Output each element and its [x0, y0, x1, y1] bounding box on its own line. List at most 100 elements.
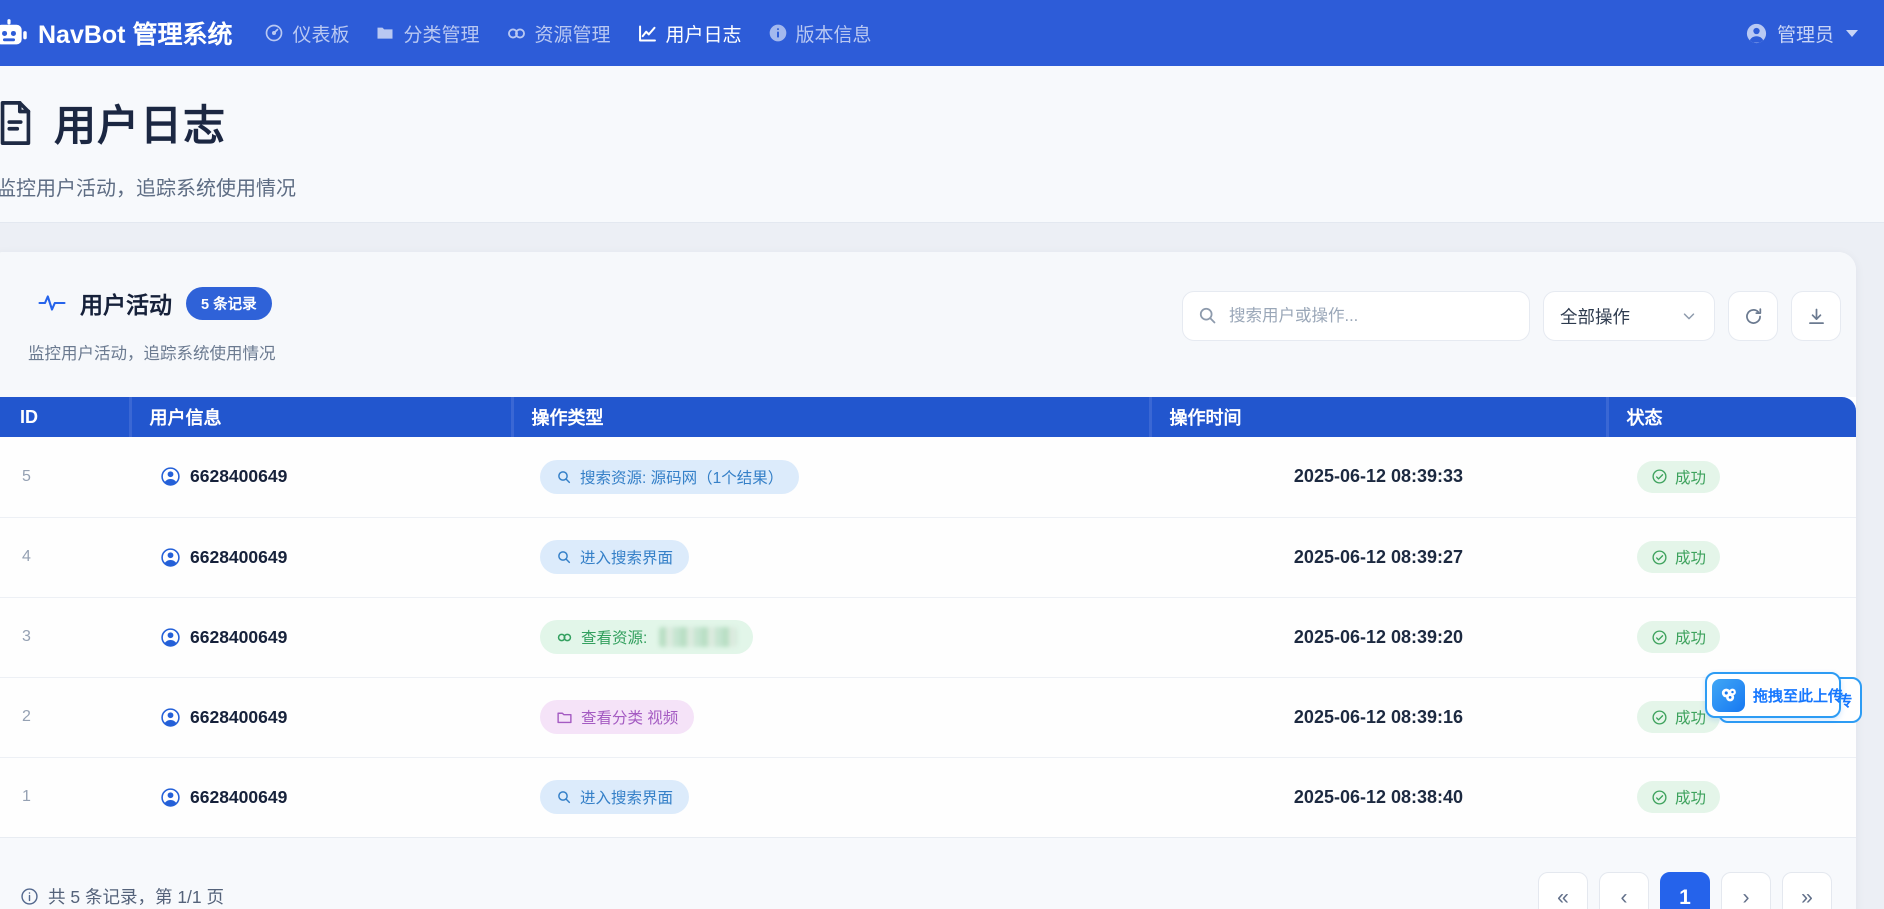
chevron-down-icon	[1680, 307, 1698, 325]
time-cell: 2025-06-12 08:39:27	[1150, 517, 1607, 597]
page-title: 用户日志	[54, 92, 226, 153]
status-badge: 成功	[1637, 541, 1720, 573]
action-badge: 进入搜索界面	[540, 540, 689, 574]
top-navbar: NavBot 管理系统 仪表板 分类管理	[0, 0, 1884, 66]
col-user: 用户信息	[130, 397, 512, 437]
user-icon	[1745, 22, 1768, 45]
user-avatar-icon	[160, 787, 181, 808]
summary-text: 共 5 条记录，第 1/1 页	[48, 884, 224, 909]
nav-item-resources[interactable]: 资源管理	[506, 20, 611, 47]
user-id-text: 6628400649	[190, 787, 287, 808]
status-text: 成功	[1675, 466, 1706, 488]
nav-item-label: 版本信息	[796, 20, 872, 47]
pulse-icon	[38, 293, 66, 313]
prev-page-button[interactable]: ‹	[1599, 872, 1649, 909]
table-row: 1 6628400649 进入搜索界面 2025-06-12 08:38:40 …	[0, 757, 1856, 837]
nav-menu: 仪表板 分类管理 资源管理 用户日志	[264, 20, 871, 47]
user-menu[interactable]: 管理员	[1745, 20, 1858, 47]
panel-title: 用户活动	[80, 286, 172, 320]
upload-label: 拖拽至此上传	[1753, 685, 1843, 706]
user-cell: 6628400649	[160, 787, 512, 808]
status-text: 成功	[1675, 706, 1706, 728]
link-icon	[556, 629, 573, 646]
user-cell: 6628400649	[160, 466, 512, 487]
upload-dropzone[interactable]: 拖拽至此上传	[1705, 672, 1841, 718]
check-circle-icon	[1651, 549, 1668, 566]
user-activity-panel: 用户活动 5 条记录 监控用户活动，追踪系统使用情况 全部操作	[0, 252, 1856, 909]
row-id: 2	[0, 677, 130, 757]
user-id-text: 6628400649	[190, 627, 287, 648]
user-avatar-icon	[160, 707, 181, 728]
nav-item-label: 仪表板	[292, 20, 349, 47]
status-text: 成功	[1675, 626, 1706, 648]
col-id: ID	[0, 397, 130, 437]
action-badge: 进入搜索界面	[540, 780, 689, 814]
col-action: 操作类型	[512, 397, 1150, 437]
record-count-badge: 5 条记录	[186, 287, 272, 320]
nav-item-categories[interactable]: 分类管理	[375, 20, 479, 47]
check-circle-icon	[1651, 709, 1668, 726]
search-input[interactable]	[1182, 291, 1530, 341]
document-icon	[0, 97, 38, 149]
first-page-button[interactable]: «	[1538, 872, 1588, 909]
action-badge: 搜索资源: 源码网（1个结果）	[540, 460, 799, 494]
user-label: 管理员	[1777, 20, 1834, 47]
refresh-button[interactable]	[1728, 291, 1778, 341]
search-icon	[556, 789, 572, 805]
nav-item-version[interactable]: 版本信息	[768, 20, 872, 47]
search-icon	[556, 469, 572, 485]
table-row: 5 6628400649 搜索资源: 源码网（1个结果） 2025-06-12 …	[0, 437, 1856, 517]
gauge-icon	[264, 23, 284, 43]
page-header: 用户日志 监控用户活动，追踪系统使用情况	[0, 66, 1884, 223]
user-avatar-icon	[160, 466, 181, 487]
action-badge: 查看资源:	[540, 620, 753, 654]
table-footer: 共 5 条记录，第 1/1 页 « ‹ 1 › »	[0, 837, 1856, 909]
time-cell: 2025-06-12 08:38:40	[1150, 757, 1607, 837]
panel-subtitle: 监控用户活动，追踪系统使用情况	[28, 340, 276, 364]
chevron-down-icon	[1846, 30, 1858, 37]
brand[interactable]: NavBot 管理系统	[0, 14, 232, 52]
info-icon	[768, 23, 788, 43]
user-cell: 6628400649	[160, 627, 512, 648]
col-status: 状态	[1607, 397, 1856, 437]
table-row: 3 6628400649 查看资源: 2025-06-12 08:39:20 成…	[0, 597, 1856, 677]
filter-value: 全部操作	[1560, 304, 1630, 329]
page-1-button[interactable]: 1	[1660, 872, 1710, 909]
table-header-row: ID 用户信息 操作类型 操作时间 状态	[0, 397, 1856, 437]
action-text: 查看资源:	[581, 626, 647, 648]
nav-item-label: 用户日志	[666, 20, 742, 47]
time-cell: 2025-06-12 08:39:16	[1150, 677, 1607, 757]
nav-item-dashboard[interactable]: 仪表板	[264, 20, 349, 47]
record-summary: 共 5 条记录，第 1/1 页	[20, 884, 224, 909]
status-badge: 成功	[1637, 461, 1720, 493]
user-id-text: 6628400649	[190, 707, 287, 728]
action-text: 搜索资源: 源码网（1个结果）	[580, 466, 783, 488]
folder-icon	[556, 709, 573, 726]
last-page-button[interactable]: »	[1782, 872, 1832, 909]
download-button[interactable]	[1791, 291, 1841, 341]
row-id: 5	[0, 437, 130, 517]
cloud-drive-icon	[1712, 679, 1745, 712]
user-cell: 6628400649	[160, 707, 512, 728]
nav-item-label: 分类管理	[403, 20, 479, 47]
next-page-button[interactable]: ›	[1721, 872, 1771, 909]
check-circle-icon	[1651, 629, 1668, 646]
col-time: 操作时间	[1150, 397, 1607, 437]
action-text: 进入搜索界面	[580, 786, 673, 808]
folder-icon	[375, 23, 395, 43]
user-id-text: 6628400649	[190, 547, 287, 568]
status-text: 成功	[1675, 786, 1706, 808]
robot-icon	[0, 14, 28, 52]
search-icon	[556, 549, 572, 565]
search-icon	[1197, 305, 1218, 326]
page-subtitle: 监控用户活动，追踪系统使用情况	[0, 172, 296, 201]
nav-item-user-logs[interactable]: 用户日志	[637, 20, 742, 47]
user-avatar-icon	[160, 627, 181, 648]
row-id: 3	[0, 597, 130, 677]
brand-title: NavBot 管理系统	[38, 15, 232, 51]
info-icon	[20, 887, 39, 906]
action-filter-select[interactable]: 全部操作	[1543, 291, 1715, 341]
redacted-resource-name	[659, 627, 737, 647]
row-id: 1	[0, 757, 130, 837]
user-cell: 6628400649	[160, 547, 512, 568]
